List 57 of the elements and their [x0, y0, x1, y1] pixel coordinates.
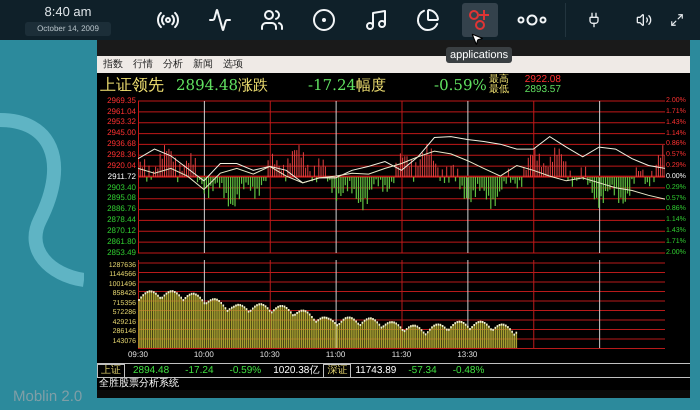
price-axis-label: 2936.68 — [107, 140, 136, 148]
menu-item[interactable]: 选项 — [223, 58, 243, 70]
time-axis-label: 13:30 — [457, 349, 478, 361]
market-value: 2894.48 — [132, 364, 170, 376]
price-axis-label: 2903.40 — [107, 184, 136, 192]
low-label: 最低 — [488, 85, 509, 95]
clock-date: October 14, 2009 — [25, 22, 111, 36]
high-label: 最高 — [488, 75, 509, 85]
dots-icon — [517, 14, 547, 26]
price-axis-label: 2928.36 — [107, 150, 136, 159]
expand-icon[interactable] — [670, 13, 684, 27]
price-axis-label: 2911.72 — [108, 172, 136, 181]
market-value: -57.34 — [407, 364, 438, 376]
price-axis-label: 2895.08 — [107, 194, 136, 202]
menu-item[interactable]: 分析 — [163, 58, 183, 70]
price-axis-label: 2920.04 — [107, 162, 136, 170]
price-axis-label: 2870.12 — [107, 227, 136, 236]
market-value: -0.48% — [452, 364, 486, 376]
time-axis-label: 11:00 — [326, 349, 346, 361]
pulse-icon — [208, 8, 232, 32]
index-name: 上证领先 — [100, 74, 164, 96]
menu-item[interactable]: 新闻 — [193, 58, 213, 70]
time-axis-label: 11:30 — [392, 349, 412, 361]
percent-value: -0.59% — [434, 74, 487, 96]
music-icon — [364, 8, 388, 32]
pie-chart-icon — [416, 8, 440, 32]
menu-item[interactable]: 行情 — [133, 58, 153, 70]
price-axis-label: 2961.04 — [107, 108, 136, 116]
price-axis-label: 2953.32 — [107, 118, 136, 126]
target-icon — [312, 8, 336, 32]
menu-item[interactable]: 指数 — [103, 58, 123, 70]
people-icon — [260, 8, 284, 32]
brand-text: Moblin 2.0 — [13, 388, 84, 406]
time-axis-label: 09:30 — [128, 349, 148, 361]
low-value: 2893.57 — [524, 85, 561, 95]
clock-time: 8:40 am — [44, 4, 92, 20]
status-text: 全胜股票分析系统 — [99, 378, 179, 390]
volume-icon[interactable] — [636, 12, 652, 28]
change-value: -17.24 — [308, 74, 356, 96]
tooltip: applications — [446, 47, 512, 63]
price-axis-label: 2886.76 — [107, 205, 136, 214]
market-value: -17.24 — [184, 364, 215, 376]
price-axis-label: 2969.35 — [107, 97, 136, 105]
change-label: 涨跌 — [238, 74, 268, 96]
time-axis-label: 10:30 — [260, 349, 280, 361]
price-axis-label: 2878.44 — [107, 216, 136, 224]
price-axis-label: 2861.80 — [107, 238, 136, 246]
percent-label: 幅度 — [356, 74, 386, 96]
market-value: 1020.38亿 — [272, 364, 320, 376]
time-axis-label: 10:00 — [194, 349, 214, 361]
index-price: 2894.48 — [176, 74, 238, 96]
price-axis-label: 2945.00 — [107, 128, 136, 137]
market-value: -0.59% — [228, 364, 262, 376]
cursor-icon — [470, 32, 484, 46]
high-value: 2922.08 — [524, 75, 561, 85]
price-axis-label: 2853.49 — [107, 249, 136, 257]
market-value: 11743.89 — [354, 364, 398, 376]
